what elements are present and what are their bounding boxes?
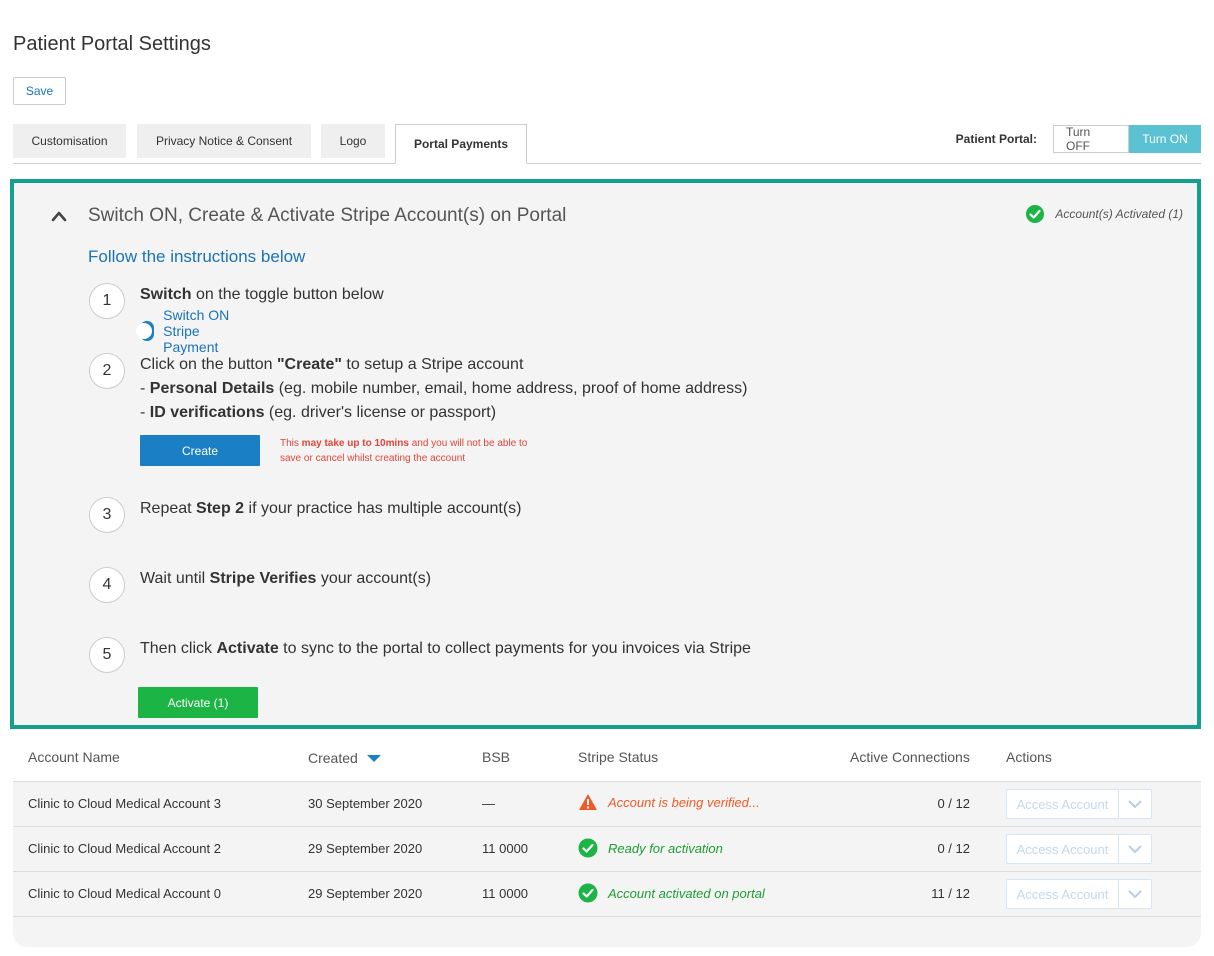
access-account-dropdown[interactable] [1119,835,1151,863]
stripe-payment-toggle-label[interactable]: Switch ON Stripe Payment [163,307,236,355]
check-circle-icon [1026,205,1045,223]
accounts-table: Account Name Created BSB Stripe Status A… [13,737,1201,947]
stripe-status-cell: Ready for activation [578,838,723,858]
access-account-dropdown[interactable] [1119,790,1151,818]
step-text: Switch on the toggle button below [140,286,384,303]
account-name-cell: Clinic to Cloud Medical Account 3 [28,796,221,811]
active-connections-cell: 11 / 12 [931,886,970,901]
column-header-active-connections[interactable]: Active Connections [850,749,970,765]
column-header-account-name[interactable]: Account Name [28,749,120,765]
table-row: Clinic to Cloud Medical Account 3 30 Sep… [13,782,1201,827]
access-account-button[interactable]: Access Account [1007,790,1119,818]
tab-customisation[interactable]: Customisation [13,124,126,158]
sort-descending-icon[interactable] [366,754,381,763]
column-header-bsb[interactable]: BSB [482,749,510,765]
step-text-id-verifications: - ID verifications (eg. driver's license… [140,404,497,421]
accounts-activated-badge: Account(s) Activated (1) [1025,204,1183,224]
create-button[interactable]: Create [140,435,260,466]
stripe-payment-switch-row: Switch ON Stripe Payment [136,307,236,355]
activate-button[interactable]: Activate (1) [138,687,258,718]
bsb-cell: 11 0000 [482,841,529,856]
patient-portal-toggle: Patient Portal: Turn OFF Turn ON [956,125,1201,153]
stripe-status-cell: Account activated on portal [578,883,765,903]
chevron-up-icon[interactable] [51,208,67,224]
patient-portal-label: Patient Portal: [955,132,1037,146]
account-name-cell: Clinic to Cloud Medical Account 2 [28,841,221,856]
column-header-actions: Actions [1006,749,1052,765]
tab-logo[interactable]: Logo [321,124,385,158]
bsb-cell: 11 0000 [482,886,529,901]
stripe-setup-panel: Switch ON, Create & Activate Stripe Acco… [10,179,1201,729]
bsb-cell: — [482,796,495,811]
access-account-split-button: Access Account [1006,834,1152,864]
step-text-personal-details: - Personal Details (eg. mobile number, e… [140,380,748,397]
table-footer [13,917,1201,947]
step-number: 1 [89,283,125,319]
panel-title: Switch ON, Create & Activate Stripe Acco… [88,205,567,226]
step-text: Then click Activate to sync to the porta… [140,640,751,657]
tab-portal-payments[interactable]: Portal Payments [395,124,527,164]
step-number: 4 [89,567,125,603]
check-circle-icon [578,883,598,903]
create-warning-text: This may take up to 10mins and you will … [280,438,528,464]
access-account-split-button: Access Account [1006,789,1152,819]
table-header: Account Name Created BSB Stripe Status A… [13,737,1201,782]
turn-off-button[interactable]: Turn OFF [1053,125,1129,153]
save-button[interactable]: Save [13,77,66,105]
step-number: 2 [89,353,125,389]
access-account-split-button: Access Account [1006,879,1152,909]
table-row: Clinic to Cloud Medical Account 0 29 Sep… [13,872,1201,917]
active-connections-cell: 0 / 12 [937,841,970,856]
created-cell: 30 September 2020 [308,796,423,811]
created-cell: 29 September 2020 [308,841,423,856]
access-account-button[interactable]: Access Account [1007,835,1119,863]
column-header-created[interactable]: Created [308,750,381,766]
chevron-down-icon [1128,845,1142,854]
step-number: 3 [89,497,125,533]
chevron-down-icon [1128,890,1142,899]
accounts-activated-text: Account(s) Activated (1) [1055,207,1183,221]
step-text: Repeat Step 2 if your practice has multi… [140,500,522,517]
access-account-dropdown[interactable] [1119,880,1151,908]
account-name-cell: Clinic to Cloud Medical Account 0 [28,886,221,901]
stripe-status-cell: Account is being verified... [578,793,760,811]
step-text: Wait until Stripe Verifies your account(… [140,570,432,587]
instructions-heading: Follow the instructions below [88,247,306,266]
tab-privacy-notice-consent[interactable]: Privacy Notice & Consent [137,124,311,158]
chevron-down-icon [1128,800,1142,809]
turn-on-button[interactable]: Turn ON [1129,125,1201,153]
check-circle-icon [578,838,598,858]
page-title: Patient Portal Settings [13,33,211,55]
step-number: 5 [89,637,125,673]
active-connections-cell: 0 / 12 [937,796,970,811]
access-account-button[interactable]: Access Account [1007,880,1119,908]
created-cell: 29 September 2020 [308,886,423,901]
step-text: Click on the button "Create" to setup a … [140,356,524,373]
warning-triangle-icon [579,794,597,810]
column-header-stripe-status[interactable]: Stripe Status [578,749,658,765]
stripe-payment-toggle[interactable] [136,321,155,341]
table-row: Clinic to Cloud Medical Account 2 29 Sep… [13,827,1201,872]
